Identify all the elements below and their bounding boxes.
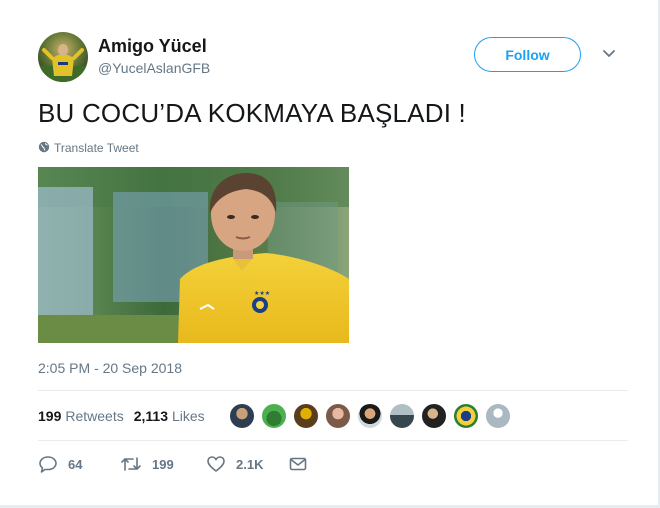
- retweet-count: 199: [152, 456, 174, 472]
- liker-avatar-6[interactable]: [389, 403, 415, 429]
- message-button[interactable]: [288, 455, 308, 473]
- tweet-photo[interactable]: ★★★: [38, 167, 349, 343]
- envelope-icon: [288, 455, 308, 473]
- retweets-count[interactable]: 199: [38, 408, 61, 424]
- reply-count: 64: [68, 456, 83, 472]
- likes-count[interactable]: 2,113: [134, 408, 168, 424]
- follow-button[interactable]: Follow: [474, 37, 581, 72]
- liker-avatar-9[interactable]: [485, 403, 511, 429]
- like-button[interactable]: 2.1K: [206, 455, 288, 473]
- liker-avatar-5[interactable]: [357, 403, 383, 429]
- heart-icon: [206, 455, 226, 473]
- liker-avatar-1[interactable]: [229, 403, 255, 429]
- retweet-button[interactable]: 199: [120, 455, 206, 473]
- translate-label: Translate Tweet: [54, 141, 139, 155]
- globe-icon: [38, 141, 50, 156]
- author-handle[interactable]: @YucelAslanGFB: [98, 60, 210, 76]
- author-avatar[interactable]: [38, 32, 88, 82]
- chevron-down-icon[interactable]: [601, 46, 617, 62]
- likes-label[interactable]: Likes: [172, 408, 205, 424]
- liker-avatar-2[interactable]: [261, 403, 287, 429]
- retweets-label[interactable]: Retweets: [65, 408, 123, 424]
- tweet-actions: 64 199 2.1K: [38, 453, 308, 475]
- reply-button[interactable]: 64: [38, 455, 120, 473]
- svg-text:★★★: ★★★: [254, 290, 270, 297]
- like-count: 2.1K: [236, 456, 264, 472]
- liker-avatar-4[interactable]: [325, 403, 351, 429]
- liker-avatars: [229, 403, 511, 429]
- engagement-stats: 199 Retweets 2,113 Likes: [38, 405, 215, 427]
- translate-tweet-link[interactable]: Translate Tweet: [38, 139, 139, 157]
- reply-icon: [38, 455, 58, 473]
- divider-bottom: [38, 440, 628, 441]
- divider-top: [38, 390, 628, 391]
- liker-avatar-3[interactable]: [293, 403, 319, 429]
- tweet-header: Amigo Yücel @YucelAslanGFB Follow: [38, 32, 628, 82]
- retweet-icon: [120, 455, 142, 473]
- liker-avatar-8[interactable]: [453, 403, 479, 429]
- author-name[interactable]: Amigo Yücel: [98, 36, 207, 57]
- tweet-text: BU COCU’DA KOKMAYA BAŞLADI !: [38, 98, 466, 128]
- liker-avatar-7[interactable]: [421, 403, 447, 429]
- tweet-timestamp[interactable]: 2:05 PM - 20 Sep 2018: [38, 360, 182, 376]
